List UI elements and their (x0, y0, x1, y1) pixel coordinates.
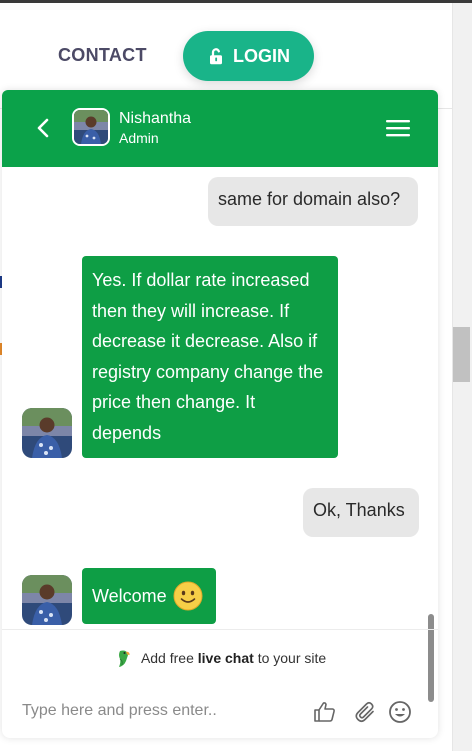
message-input[interactable] (22, 702, 302, 720)
visitor-message: Ok, Thanks (303, 488, 419, 537)
agent-message: Welcome (82, 568, 216, 624)
login-button[interactable]: LOGIN (183, 31, 314, 81)
chat-widget: Nishantha Admin same for domain also? Ye… (2, 90, 438, 738)
page-scrollbar-thumb[interactable] (453, 327, 470, 382)
branding-suffix: to your site (257, 650, 327, 666)
nav-contact-link[interactable]: CONTACT (58, 45, 147, 66)
parrot-logo-icon (118, 650, 130, 667)
agent-message-avatar (22, 575, 72, 625)
chat-header: Nishantha Admin (2, 90, 438, 167)
agent-name: Nishantha (119, 110, 192, 127)
unlock-icon (210, 48, 222, 65)
agent-message-avatar (22, 408, 72, 458)
agent-avatar (72, 108, 110, 146)
login-label: LOGIN (233, 45, 290, 66)
visitor-message: same for domain also? (208, 177, 418, 226)
thumbs-up-icon[interactable] (313, 700, 337, 724)
message-list[interactable]: same for domain also? Yes. If dollar rat… (2, 167, 438, 702)
branding-prefix: Add free (140, 650, 194, 666)
branding-line[interactable]: Add free live chat to your site (2, 648, 438, 668)
branding-live-chat[interactable]: live chat (198, 650, 254, 666)
emoji-picker-icon[interactable] (388, 700, 412, 724)
agent-role: Admin (119, 130, 159, 146)
agent-message: Yes. If dollar rate increased then they … (82, 256, 338, 458)
smiling-face-icon (173, 581, 203, 611)
back-arrow-icon[interactable] (34, 117, 52, 139)
chat-divider (2, 629, 438, 630)
paperclip-icon[interactable] (353, 700, 377, 724)
agent-message-text: Welcome (92, 585, 167, 606)
hamburger-menu-icon[interactable] (386, 119, 410, 137)
